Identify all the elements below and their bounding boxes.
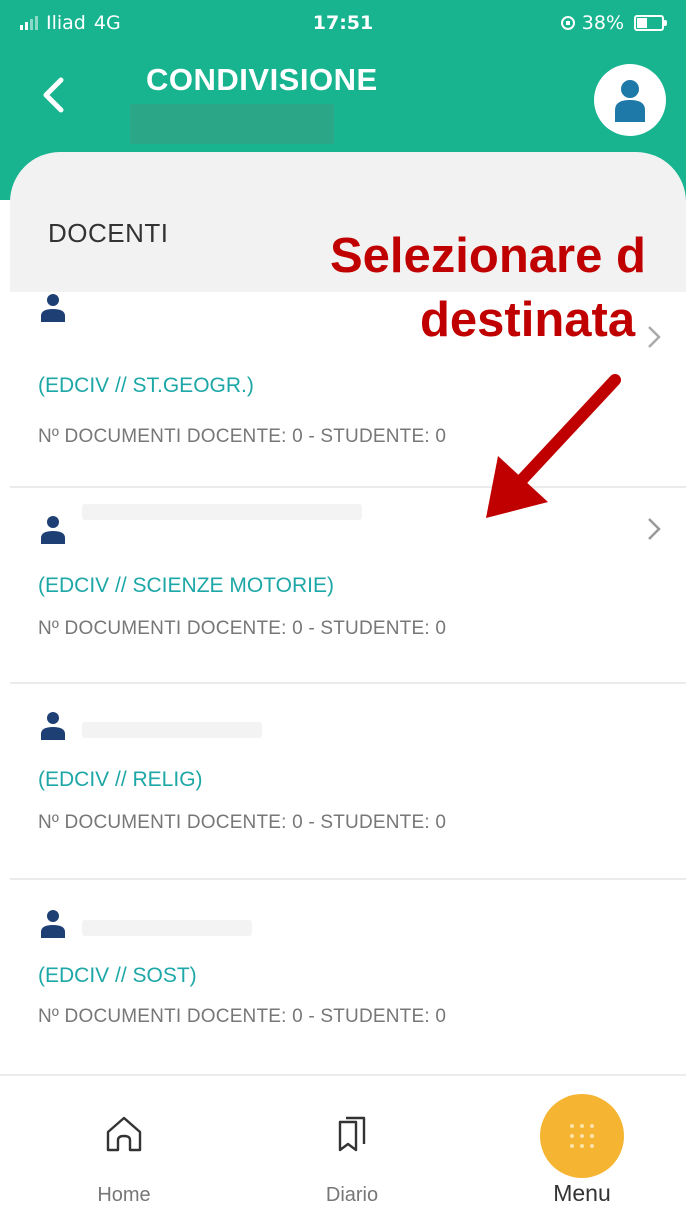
- bottom-nav: Home Diario Menu: [0, 1074, 686, 1216]
- redacted-teacher-name: [82, 920, 252, 936]
- teacher-subject: (EDCIV // SCIENZE MOTORIE): [38, 574, 334, 597]
- home-icon: [106, 1116, 142, 1152]
- teacher-docs-count: Nº DOCUMENTI DOCENTE: 0 - STUDENTE: 0: [38, 1006, 447, 1027]
- person-icon: [41, 294, 65, 322]
- teacher-list: (EDCIV // ST.GEOGR.) Nº DOCUMENTI DOCENT…: [10, 292, 686, 1076]
- teacher-item[interactable]: (EDCIV // SOST) Nº DOCUMENTI DOCENTE: 0 …: [10, 880, 686, 1076]
- user-circle-icon: [615, 80, 645, 122]
- back-button[interactable]: [28, 70, 78, 120]
- teacher-subject: (EDCIV // ST.GEOGR.): [38, 374, 254, 397]
- menu-button-circle: [540, 1094, 624, 1178]
- teacher-docs-count: Nº DOCUMENTI DOCENTE: 0 - STUDENTE: 0: [38, 618, 447, 639]
- bookmarks-icon: [338, 1116, 366, 1152]
- teacher-item[interactable]: (EDCIV // RELIG) Nº DOCUMENTI DOCENTE: 0…: [10, 684, 686, 880]
- battery-percent: 38%: [581, 12, 624, 34]
- nav-diario[interactable]: Diario: [272, 1076, 432, 1216]
- rotation-lock-icon: [560, 16, 575, 30]
- teacher-docs-count: Nº DOCUMENTI DOCENTE: 0 - STUDENTE: 0: [38, 426, 447, 447]
- nav-menu[interactable]: Menu: [502, 1076, 662, 1216]
- status-bar: Iliad 4G 17:51 38%: [0, 0, 686, 48]
- profile-button[interactable]: [594, 64, 666, 136]
- page-title: CONDIVISIONE: [146, 62, 378, 97]
- battery-icon: [634, 15, 667, 31]
- teacher-subject: (EDCIV // RELIG): [38, 768, 203, 791]
- redacted-teacher-name: [82, 722, 262, 738]
- status-right: 38%: [560, 12, 667, 34]
- chevron-right-icon: [648, 326, 661, 348]
- teacher-subject: (EDCIV // SOST): [38, 964, 197, 987]
- person-icon: [41, 910, 65, 938]
- chevron-right-icon: [648, 518, 661, 540]
- person-icon: [41, 516, 65, 544]
- nav-home-label: Home: [97, 1184, 151, 1206]
- nav-home[interactable]: Home: [44, 1076, 204, 1216]
- chevron-left-icon: [43, 77, 64, 113]
- grid-dots-icon: [570, 1124, 594, 1148]
- teacher-item[interactable]: (EDCIV // SCIENZE MOTORIE) Nº DOCUMENTI …: [10, 488, 686, 684]
- redacted-teacher-name: [82, 504, 362, 520]
- nav-menu-label: Menu: [553, 1180, 611, 1206]
- person-icon: [41, 712, 65, 740]
- nav-diario-label: Diario: [325, 1184, 379, 1206]
- section-title: DOCENTI: [48, 218, 169, 248]
- teacher-item[interactable]: (EDCIV // ST.GEOGR.) Nº DOCUMENTI DOCENT…: [10, 292, 686, 488]
- redacted-class-name: [130, 104, 334, 144]
- teacher-docs-count: Nº DOCUMENTI DOCENTE: 0 - STUDENTE: 0: [38, 812, 447, 833]
